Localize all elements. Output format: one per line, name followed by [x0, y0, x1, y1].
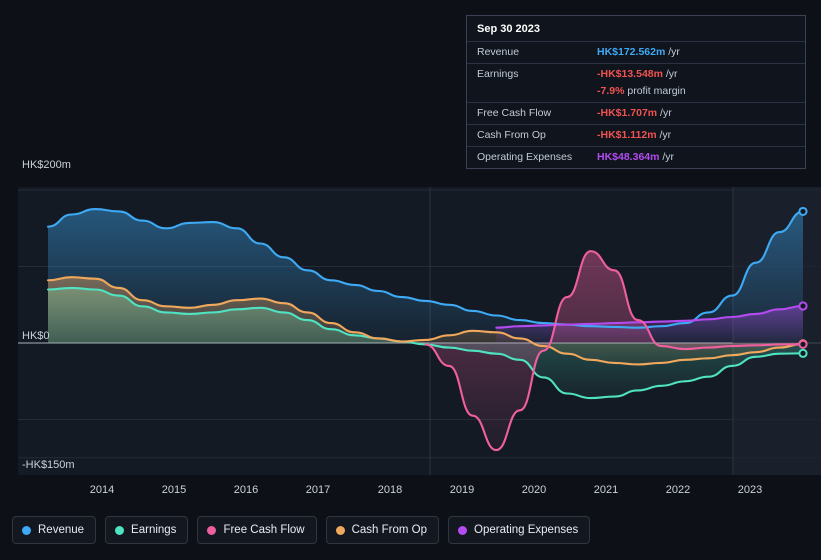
legend-item-revenue[interactable]: Revenue	[12, 516, 97, 544]
plot-area	[18, 175, 821, 475]
legend-item-earnings[interactable]: Earnings	[105, 516, 189, 544]
tooltip-rows: Revenue HK$172.562m /yr Earnings -HK$13.548…	[467, 41, 805, 168]
tooltip-row-label: Free Cash Flow	[477, 107, 552, 119]
legend-label: Cash From Op	[351, 524, 428, 536]
tooltip-row-label: Operating Expenses	[477, 151, 573, 163]
x-axis-tick: 2017	[305, 484, 331, 496]
tooltip-row-value: -HK$13.548m /yr	[597, 68, 678, 80]
x-axis-tick: 2023	[737, 484, 763, 496]
legend-item-operating-expenses[interactable]: Operating Expenses	[448, 516, 591, 544]
tooltip-row: Revenue HK$172.562m /yr	[467, 41, 805, 63]
x-axis-tick: 2020	[521, 484, 547, 496]
tooltip-row: Operating Expenses HK$48.364m /yr	[467, 146, 805, 168]
legend-label: Free Cash Flow	[223, 524, 305, 536]
tooltip-row: Earnings -HK$13.548m /yr	[467, 63, 805, 85]
legend-color-dot	[22, 525, 31, 535]
y-axis-label-zero: HK$0	[22, 330, 50, 342]
chart-svg	[18, 187, 821, 475]
legend-color-dot	[335, 525, 345, 535]
tooltip-row-label: Cash From Op	[477, 129, 546, 141]
tooltip-row-value: HK$48.364m /yr	[597, 151, 675, 163]
data-tooltip: Sep 30 2023 Revenue HK$172.562m /yr Earnin…	[466, 15, 806, 169]
tooltip-row-value: -HK$1.112m /yr	[597, 129, 672, 141]
legend-item-cash-from-op[interactable]: Cash From Op	[325, 516, 440, 544]
tooltip-row: -7.9% profit margin	[467, 85, 805, 102]
y-axis-label-bottom: -HK$150m	[22, 459, 75, 471]
x-axis-tick: 2022	[665, 484, 691, 496]
x-axis-tick: 2014	[89, 484, 115, 496]
legend-label: Revenue	[38, 524, 85, 536]
x-axis-tick: 2021	[593, 484, 619, 496]
series-endpoint-revenue	[798, 206, 808, 217]
x-axis-tick: 2018	[377, 484, 403, 496]
x-axis-tick: 2015	[161, 484, 187, 496]
legend-color-dot	[207, 525, 217, 535]
series-endpoint-operating-expenses	[798, 301, 808, 311]
legend-item-free-cash-flow[interactable]: Free Cash Flow	[197, 516, 317, 544]
y-axis-label-top: HK$200m	[22, 159, 71, 171]
x-axis-tick: 2019	[449, 484, 475, 496]
tooltip-row-label: Revenue	[477, 46, 520, 58]
chart-container: HK$200m HK$0 -HK$150m 2014 2015 2016 2017 20…	[0, 0, 821, 560]
chart-legend: Revenue Earnings Free Cash Flow Cash From O…	[12, 516, 591, 544]
legend-label: Operating Expenses	[474, 524, 579, 536]
tooltip-row: Free Cash Flow -HK$1.707m /yr	[467, 102, 805, 124]
series-endpoint-free-cash-flow	[798, 339, 808, 349]
tooltip-row-value: -HK$1.707m /yr	[597, 107, 672, 119]
legend-color-dot	[458, 525, 468, 535]
x-axis-tick: 2016	[233, 484, 259, 496]
legend-color-dot	[115, 525, 125, 535]
tooltip-row-label: Earnings	[477, 68, 519, 80]
tooltip-row: Cash From Op -HK$1.112m /yr	[467, 124, 805, 146]
x-axis: 2014 2015 2016 2017 2018 2019 2020 2021 2022 2023	[18, 484, 821, 500]
legend-label: Earnings	[131, 524, 177, 536]
series-endpoint-earnings	[798, 348, 808, 358]
tooltip-row-value: -7.9% profit margin	[597, 85, 686, 97]
tooltip-date: Sep 30 2023	[477, 23, 540, 35]
tooltip-row-value: HK$172.562m /yr	[597, 46, 680, 58]
